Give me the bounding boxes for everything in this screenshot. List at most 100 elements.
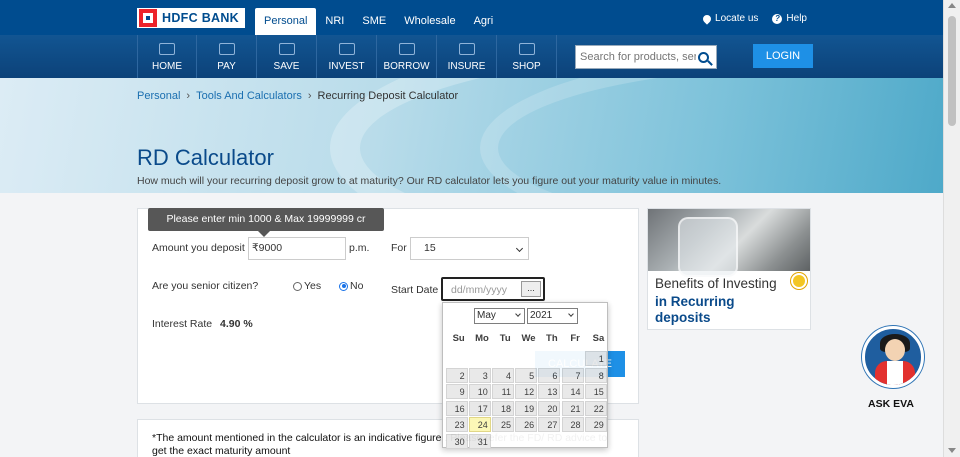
ask-eva-avatar[interactable] (862, 326, 924, 388)
calendar-day[interactable]: 25 (491, 417, 514, 432)
calendar-day[interactable]: 30 (445, 433, 468, 449)
logo-text: HDFC BANK (162, 11, 239, 25)
calendar-empty-cell (562, 434, 584, 449)
calendar-day-today[interactable]: 24 (468, 417, 491, 432)
scroll-up-icon[interactable] (948, 3, 956, 8)
calendar-week-row: 1 (445, 351, 607, 368)
home-icon (159, 43, 175, 55)
radio-selected-icon (339, 281, 348, 291)
weekday: We (521, 333, 536, 344)
calendar-day[interactable]: 17 (468, 400, 491, 416)
nav-invest[interactable]: INVEST (317, 35, 377, 78)
tab-personal[interactable]: Personal (255, 8, 317, 35)
calendar-day[interactable]: 29 (584, 417, 607, 432)
calendar-day[interactable]: 14 (561, 384, 584, 399)
avatar-shirt (887, 361, 903, 385)
calendar-day[interactable]: 31 (468, 433, 491, 449)
search-input[interactable] (576, 51, 696, 63)
tab-agri[interactable]: Agri (465, 8, 503, 35)
breadcrumb-tools[interactable]: Tools And Calculators (196, 90, 302, 102)
year-value: 2021 (530, 310, 553, 321)
calendar-day[interactable]: 21 (561, 400, 584, 416)
calendar-day[interactable]: 22 (584, 400, 607, 416)
promo-line-3: deposits (655, 310, 711, 325)
calendar-day[interactable]: 3 (468, 367, 491, 383)
insure-icon (458, 43, 475, 55)
calendar-day[interactable]: 28 (561, 417, 584, 432)
ask-eva-label[interactable]: ASK EVA (868, 398, 914, 410)
locate-us-label: Locate us (715, 13, 759, 24)
hdfc-logo[interactable]: HDFC BANK (137, 8, 245, 28)
invest-icon (338, 43, 355, 55)
amount-input[interactable]: ₹9000 (248, 237, 346, 260)
tab-wholesale[interactable]: Wholesale (395, 8, 464, 35)
calendar-empty-cell (515, 351, 537, 366)
promo-line-2: in Recurring (655, 294, 735, 309)
calendar-empty-cell (446, 351, 468, 366)
locate-us-link[interactable]: Locate us (701, 12, 759, 25)
breadcrumb-personal[interactable]: Personal (137, 90, 180, 102)
nav-home[interactable]: HOME (137, 35, 197, 78)
nav-borrow[interactable]: BORROW (377, 35, 437, 78)
tab-nri[interactable]: NRI (316, 8, 353, 35)
calendar-day[interactable]: 4 (491, 367, 514, 383)
month-select[interactable]: May (474, 308, 525, 324)
hdfc-logo-icon (139, 9, 157, 27)
avatar-face (885, 339, 905, 361)
search-icon[interactable] (698, 51, 709, 63)
calendar-day[interactable]: 20 (538, 400, 561, 416)
rd-benefits-promo[interactable]: Benefits of Investing in Recurring depos… (647, 208, 811, 330)
calendar-day[interactable]: 26 (515, 417, 538, 432)
page-title: RD Calculator (137, 145, 274, 170)
calendar-day[interactable]: 19 (515, 400, 538, 416)
login-button[interactable]: LOGIN (753, 44, 813, 68)
hero-banner: Personal › Tools And Calculators › Recur… (0, 78, 943, 193)
calendar-day[interactable]: 7 (561, 367, 584, 383)
calendar-day[interactable]: 6 (538, 367, 561, 383)
vertical-scrollbar[interactable] (943, 0, 960, 457)
calendar-day[interactable]: 2 (445, 367, 468, 383)
nav-insure[interactable]: INSURE (437, 35, 497, 78)
calendar-day[interactable]: 1 (584, 351, 607, 366)
start-date-field[interactable]: dd/mm/yyyy ... (441, 277, 545, 301)
top-right-links: Locate us ? Help (701, 12, 807, 25)
nav-save[interactable]: SAVE (257, 35, 317, 78)
weekday: Sa (592, 333, 605, 344)
calendar-day[interactable]: 5 (515, 367, 538, 383)
nav-pay[interactable]: PAY (197, 35, 257, 78)
calendar-day[interactable]: 8 (584, 367, 607, 383)
calendar-day[interactable]: 9 (445, 384, 468, 399)
main-nav: HOME PAY SAVE INVEST BORROW INSURE SHOP … (0, 35, 943, 78)
breadcrumb-current: Recurring Deposit Calculator (317, 90, 459, 102)
jar-image (678, 217, 738, 277)
calendar-day[interactable]: 11 (491, 384, 514, 399)
senior-citizen-label: Are you senior citizen? (152, 280, 259, 292)
calendar-day[interactable]: 16 (445, 400, 468, 416)
year-select[interactable]: 2021 (527, 308, 578, 324)
scroll-down-icon[interactable] (948, 448, 956, 453)
per-month-label: p.m. (349, 242, 370, 254)
weekday-header: Su Mo Tu We Th Fr Sa (447, 333, 610, 344)
scroll-thumb[interactable] (948, 16, 956, 126)
nav-shop[interactable]: SHOP (497, 35, 557, 78)
location-pin-icon (701, 12, 713, 25)
senior-no-radio[interactable]: No (339, 280, 363, 292)
search-box (575, 45, 717, 69)
help-label: Help (786, 13, 807, 24)
chevron-down-icon (515, 244, 524, 253)
calendar-day[interactable]: 12 (515, 384, 538, 399)
senior-yes-radio[interactable]: Yes (293, 280, 321, 292)
calendar-day[interactable]: 13 (538, 384, 561, 399)
help-link[interactable]: ? Help (772, 13, 807, 24)
calendar-day[interactable]: 10 (468, 384, 491, 399)
no-label: No (350, 280, 364, 292)
tenure-select[interactable]: 15 (410, 237, 529, 260)
calendar-button[interactable]: ... (521, 281, 541, 297)
calendar-day[interactable]: 15 (584, 384, 607, 399)
calendar-week-row: 16 17 18 19 20 21 22 (445, 400, 607, 418)
calendar-day[interactable]: 18 (491, 400, 514, 416)
calendar-day[interactable]: 23 (445, 417, 468, 432)
calendar-day[interactable]: 27 (538, 417, 561, 432)
save-icon (278, 43, 295, 55)
tab-sme[interactable]: SME (353, 8, 395, 35)
